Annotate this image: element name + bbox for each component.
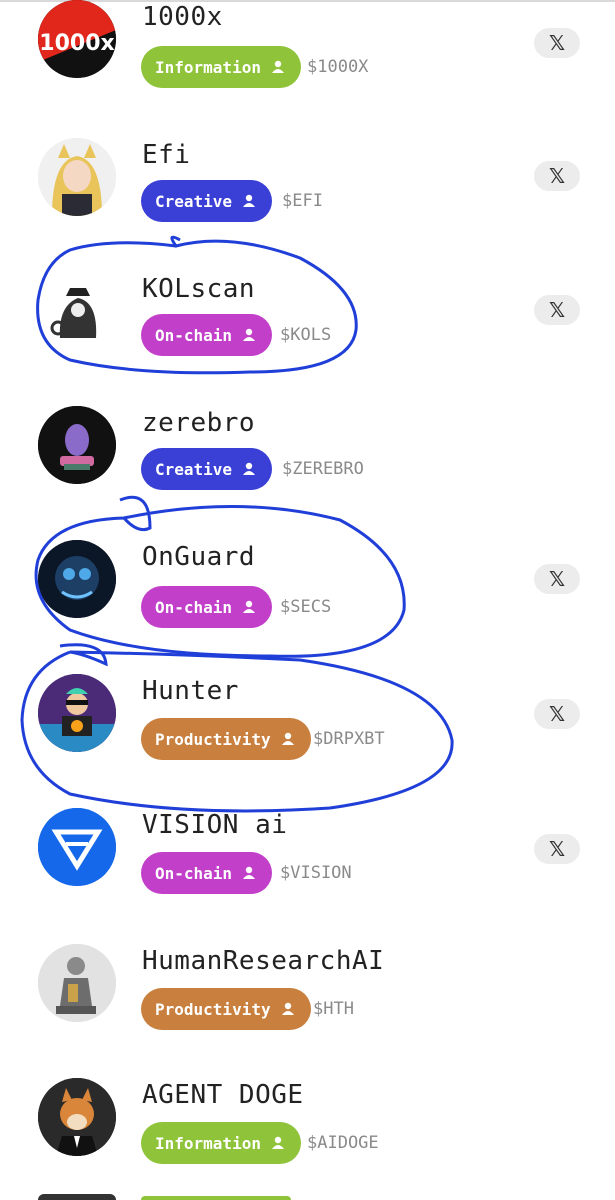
- category-label: Creative: [155, 459, 233, 479]
- agent-name: VISION ai: [142, 810, 288, 840]
- agent-name: Efi: [142, 140, 191, 170]
- avatar-agent-doge: [38, 1078, 116, 1156]
- agent-name: 1000x: [142, 2, 223, 32]
- category-tag[interactable]: Creative: [141, 448, 273, 490]
- x-link-button[interactable]: 𝕏: [534, 295, 580, 325]
- ticker: $ZEREBRO: [282, 459, 364, 479]
- agent-name: HumanResearchAI: [142, 946, 385, 976]
- ticker: $1000X: [307, 57, 369, 77]
- x-logo-icon: 𝕏: [548, 567, 566, 591]
- category-tag[interactable]: Creative: [141, 180, 273, 222]
- avatar-efi: [38, 138, 116, 216]
- category-label: Productivity: [155, 999, 271, 1019]
- x-logo-icon: 𝕏: [548, 31, 566, 55]
- agent-name: AGENT DOGE: [142, 1080, 304, 1110]
- ticker: $HTH: [313, 999, 354, 1019]
- person-icon: [271, 1136, 284, 1149]
- category-label: On-chain: [155, 325, 233, 345]
- agent-name: zerebro: [142, 408, 256, 438]
- agent-row-zerebro[interactable]: zerebro Creative $ZEREBRO: [0, 374, 615, 508]
- ticker: $EFI: [282, 191, 323, 211]
- category-label: On-chain: [155, 597, 233, 617]
- category-label: Information: [155, 1133, 261, 1153]
- avatar-hunter: [38, 674, 116, 752]
- category-tag[interactable]: On-chain: [141, 314, 273, 356]
- x-link-button[interactable]: 𝕏: [534, 834, 580, 864]
- agent-row-1000x[interactable]: 1000x 1000x Information $1000X 𝕏: [0, 0, 615, 106]
- next-row-avatar-edge: [38, 1194, 116, 1200]
- agent-name: Hunter: [142, 676, 239, 706]
- avatar-1000x: 1000x: [38, 0, 116, 78]
- x-link-button[interactable]: 𝕏: [534, 564, 580, 594]
- agent-row-onguard[interactable]: OnGuard On-chain $SECS 𝕏: [0, 508, 615, 642]
- agent-row-efi[interactable]: Efi Creative $EFI 𝕏: [0, 106, 615, 240]
- agent-row-vision-ai[interactable]: VISION ai On-chain $VISION 𝕏: [0, 776, 615, 910]
- agent-row-kolscan[interactable]: KOLscan On-chain $KOLS 𝕏: [0, 240, 615, 374]
- person-icon: [271, 60, 284, 73]
- category-label: On-chain: [155, 863, 233, 883]
- ticker: $DRPXBT: [313, 729, 385, 749]
- agent-row-agent-doge[interactable]: AGENT DOGE Information $AIDOGE: [0, 1046, 615, 1180]
- person-icon: [243, 600, 256, 613]
- category-label: Productivity: [155, 729, 271, 749]
- ticker: $VISION: [280, 863, 352, 883]
- person-icon: [281, 732, 294, 745]
- x-logo-icon: 𝕏: [548, 164, 566, 188]
- category-tag[interactable]: Productivity: [141, 988, 311, 1030]
- category-tag[interactable]: On-chain: [141, 586, 273, 628]
- category-label: Information: [155, 57, 261, 77]
- x-logo-icon: 𝕏: [548, 702, 566, 726]
- x-link-button[interactable]: 𝕏: [534, 161, 580, 191]
- person-icon: [281, 1002, 294, 1015]
- x-link-button[interactable]: 𝕏: [534, 699, 580, 729]
- person-icon: [243, 194, 256, 207]
- agent-name: OnGuard: [142, 542, 256, 572]
- x-logo-icon: 𝕏: [548, 837, 566, 861]
- ticker: $SECS: [280, 597, 332, 617]
- agent-row-hunter[interactable]: Hunter Productivity $DRPXBT 𝕏: [0, 642, 615, 776]
- avatar-onguard: [38, 540, 116, 618]
- x-link-button[interactable]: 𝕏: [534, 28, 580, 58]
- avatar-zerebro: [38, 406, 116, 484]
- ticker: $AIDOGE: [307, 1133, 379, 1153]
- x-logo-icon: 𝕏: [548, 298, 566, 322]
- person-icon: [243, 866, 256, 879]
- category-tag[interactable]: Information: [141, 46, 301, 88]
- ticker: $KOLS: [280, 325, 332, 345]
- person-icon: [243, 462, 256, 475]
- avatar-kolscan: [38, 272, 116, 350]
- person-icon: [243, 328, 256, 341]
- category-tag[interactable]: Information: [141, 1122, 301, 1164]
- agent-name: KOLscan: [142, 274, 256, 304]
- avatar-humanresearchai: [38, 944, 116, 1022]
- next-row-tag-edge: [141, 1196, 291, 1200]
- category-tag[interactable]: Productivity: [141, 718, 311, 760]
- category-tag[interactable]: On-chain: [141, 852, 273, 894]
- avatar-1000x-logo-text: 1000x: [39, 31, 114, 56]
- agent-row-humanresearchai[interactable]: HumanResearchAI Productivity $HTH: [0, 910, 615, 1044]
- category-label: Creative: [155, 191, 233, 211]
- avatar-vision-ai: [38, 808, 116, 886]
